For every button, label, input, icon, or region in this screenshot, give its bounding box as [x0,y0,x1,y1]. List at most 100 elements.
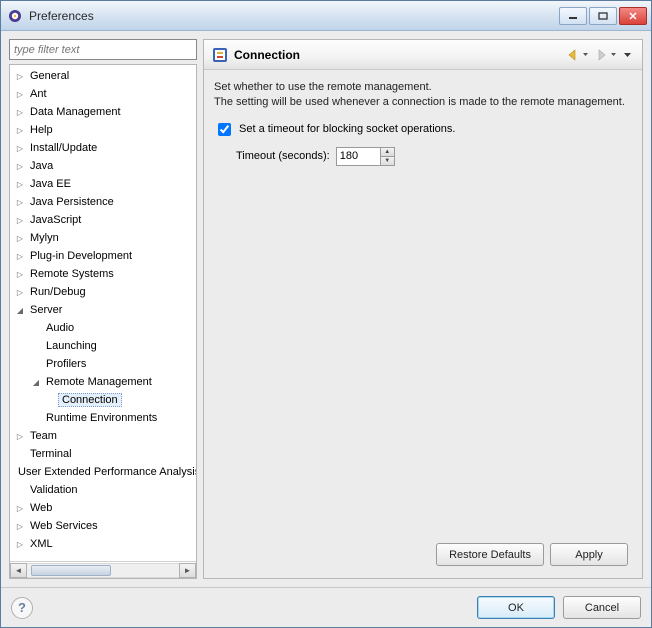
minimize-button[interactable] [559,7,587,25]
tree-item-label: Web Services [26,519,102,533]
scroll-right-button[interactable]: ► [179,563,196,578]
tree-item[interactable]: Connection [10,391,196,409]
filter-input[interactable] [9,39,197,60]
scroll-left-button[interactable]: ◄ [10,563,27,578]
expand-icon[interactable]: ▷ [14,288,26,297]
restore-defaults-button[interactable]: Restore Defaults [436,543,544,566]
expand-icon[interactable]: ▷ [14,126,26,135]
tree-item-label: XML [26,537,57,551]
spinner-up-button[interactable]: ▲ [380,147,395,157]
tree-item[interactable]: Audio [10,319,196,337]
tree-item-label: Team [26,429,61,443]
expand-icon[interactable]: ▷ [14,108,26,117]
collapse-icon[interactable]: ◢ [14,306,26,315]
expand-icon[interactable]: ▷ [14,432,26,441]
tree-item[interactable]: User Extended Performance Analysis [10,463,196,481]
maximize-button[interactable] [589,7,617,25]
app-icon [7,8,23,24]
tree-item-label: Ant [26,87,51,101]
tree-item-label: Server [26,303,66,317]
tree-item[interactable]: ▷Data Management [10,103,196,121]
expand-icon[interactable]: ▷ [14,270,26,279]
tree-item-label: Java Persistence [26,195,118,209]
timeout-checkbox[interactable] [218,123,231,136]
category-tree[interactable]: ▷General▷Ant▷Data Management▷Help▷Instal… [9,64,197,579]
tree-item[interactable]: ◢Remote Management [10,373,196,391]
expand-icon[interactable]: ▷ [14,540,26,549]
tree-item-label: Java EE [26,177,75,191]
tree-item-label: Runtime Environments [42,411,161,425]
tree-item[interactable]: ▷Java Persistence [10,193,196,211]
tree-item-label: Web [26,501,56,515]
tree-item[interactable]: ▷Web Services [10,517,196,535]
tree-item[interactable]: Terminal [10,445,196,463]
spinner-down-button[interactable]: ▼ [380,156,395,166]
tree-item[interactable]: ▷Plug-in Development [10,247,196,265]
tree-item[interactable]: Validation [10,481,196,499]
scroll-track[interactable] [27,563,179,578]
window-title: Preferences [29,9,559,23]
dropdown-icon [610,49,617,61]
expand-icon[interactable]: ▷ [14,90,26,99]
description-line-2: The setting will be used whenever a conn… [214,95,632,110]
tree-item[interactable]: ▷Ant [10,85,196,103]
collapse-icon[interactable]: ◢ [30,378,42,387]
view-menu-button[interactable] [621,47,634,63]
close-button[interactable] [619,7,647,25]
tree-item-label: Run/Debug [26,285,90,299]
tree-item-label: Remote Management [42,375,156,389]
tree-item-label: Validation [26,483,82,497]
tree-item-label: Launching [42,339,101,353]
tree-item-label: Profilers [42,357,90,371]
help-button[interactable]: ? [11,597,33,619]
forward-button[interactable] [593,47,619,63]
expand-icon[interactable]: ▷ [14,180,26,189]
tree-item[interactable]: ▷Web [10,499,196,517]
tree-item-label: Data Management [26,105,125,119]
tree-item[interactable]: ▷Java EE [10,175,196,193]
timeout-field-label: Timeout (seconds): [236,150,330,162]
apply-button[interactable]: Apply [550,543,628,566]
tree-item[interactable]: ▷Mylyn [10,229,196,247]
tree-item[interactable]: Profilers [10,355,196,373]
tree-item[interactable]: Runtime Environments [10,409,196,427]
tree-item[interactable]: ▷General [10,67,196,85]
timeout-checkbox-label: Set a timeout for blocking socket operat… [239,123,455,135]
ok-button[interactable]: OK [477,596,555,619]
tree-item[interactable]: ▷Remote Systems [10,265,196,283]
tree-item-label: General [26,69,73,83]
expand-icon[interactable]: ▷ [14,72,26,81]
expand-icon[interactable]: ▷ [14,162,26,171]
tree-item[interactable]: ▷JavaScript [10,211,196,229]
expand-icon[interactable]: ▷ [14,522,26,531]
tree-item-label: Connection [58,393,122,407]
tree-item-label: JavaScript [26,213,85,227]
expand-icon[interactable]: ▷ [14,198,26,207]
expand-icon[interactable]: ▷ [14,216,26,225]
tree-item[interactable]: ▷Team [10,427,196,445]
tree-item[interactable]: ▷Help [10,121,196,139]
tree-item[interactable]: ◢Server [10,301,196,319]
cancel-button[interactable]: Cancel [563,596,641,619]
tree-item[interactable]: ▷Java [10,157,196,175]
expand-icon[interactable]: ▷ [14,234,26,243]
titlebar[interactable]: Preferences [1,1,651,31]
timeout-input[interactable] [336,147,380,166]
tree-item-label: Terminal [26,447,76,461]
scroll-thumb[interactable] [31,565,111,576]
expand-icon[interactable]: ▷ [14,144,26,153]
expand-icon[interactable]: ▷ [14,252,26,261]
tree-item-label: Mylyn [26,231,63,245]
expand-icon[interactable]: ▷ [14,504,26,513]
tree-horizontal-scrollbar[interactable]: ◄ ► [10,561,196,578]
tree-item-label: Remote Systems [26,267,118,281]
page-title: Connection [234,48,565,62]
dropdown-icon [582,49,589,61]
back-button[interactable] [565,47,591,63]
tree-item[interactable]: ▷XML [10,535,196,553]
tree-item[interactable]: ▷Run/Debug [10,283,196,301]
tree-item[interactable]: Launching [10,337,196,355]
tree-item[interactable]: ▷Install/Update [10,139,196,157]
preferences-window: Preferences ▷General▷Ant▷Data Management… [0,0,652,628]
page-description: Set whether to use the remote management… [214,80,632,110]
